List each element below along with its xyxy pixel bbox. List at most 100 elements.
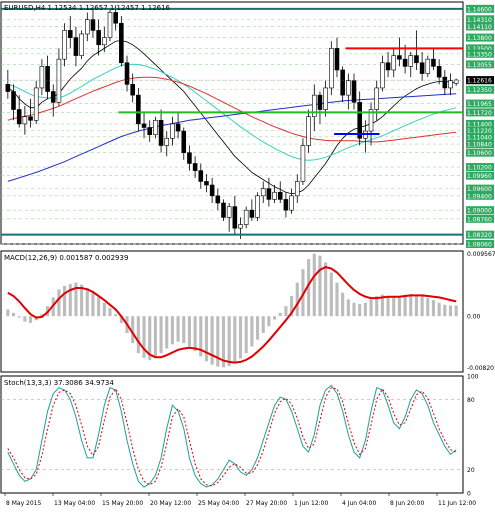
macd-header: MACD(12,26,9) 0.001587 0.002939 — [4, 254, 128, 262]
candle-body — [124, 62, 130, 85]
candle-body — [442, 76, 448, 89]
time-axis-label: 11 Jun 12:00 — [438, 500, 476, 507]
candle-body — [73, 37, 79, 56]
time-axis-label: 8 May 2015 — [6, 500, 41, 507]
candle-body — [255, 195, 260, 218]
candle-body — [175, 123, 181, 132]
candle-body — [385, 62, 391, 71]
candle-body — [141, 123, 147, 128]
stoch-axis-label: 20 — [467, 467, 475, 474]
candle-body — [187, 152, 192, 164]
chart-header: EURUSD,H4 1.12534 1.12657 1.12457 1.1261… — [4, 4, 171, 12]
candle-body — [277, 191, 283, 200]
current-price-label: 1.12616 — [467, 78, 492, 85]
candle-body — [85, 19, 90, 35]
price-axis-label: 1.11965 — [467, 101, 492, 108]
candle-body — [300, 145, 306, 182]
candle-body — [164, 137, 170, 146]
candle-body — [346, 80, 351, 96]
candle-body — [147, 127, 152, 135]
time-axis-label: 13 May 04:00 — [54, 500, 95, 507]
price-axis-label: 1.13350 — [467, 51, 492, 58]
time-axis-label: 1 Jun 12:00 — [294, 500, 328, 507]
macd-axis-label: -0.008201 — [467, 365, 495, 372]
candle-body — [294, 181, 300, 197]
candle-body — [22, 116, 28, 125]
candle-body — [102, 37, 107, 46]
candle-body — [238, 224, 243, 229]
candle-body — [272, 191, 277, 200]
candle-body — [215, 195, 221, 204]
price-axis-label: 1.09000 — [467, 208, 492, 215]
candle-body — [408, 55, 414, 67]
candle-body — [33, 87, 39, 121]
stoch-axis-label: 80 — [467, 397, 475, 404]
candle-body — [39, 66, 45, 89]
candle-body — [209, 184, 215, 197]
price-axis-label: 1.08060 — [467, 242, 492, 249]
candle-body — [67, 30, 73, 38]
candle-body — [351, 80, 357, 103]
time-axis-label: 8 Jun 20:00 — [390, 500, 424, 507]
price-axis-label: 1.13055 — [467, 62, 492, 69]
candle-body — [79, 33, 84, 56]
candle-body — [448, 80, 453, 89]
price-axis-label: 1.13800 — [467, 35, 492, 42]
candle-body — [232, 206, 238, 229]
candle-body — [192, 163, 198, 171]
stoch-header: Stoch(13,3,3) 37.3086 34.9734 — [4, 379, 114, 387]
candle-body — [181, 130, 187, 153]
trading-chart: EURUSD,H4 1.12534 1.12657 1.12457 1.1261… — [0, 1, 495, 507]
price-axis-label: 1.10840 — [467, 142, 492, 149]
candle-body — [170, 123, 175, 139]
candle-body — [96, 30, 101, 46]
candle-body — [431, 58, 436, 67]
candle-body — [357, 102, 362, 139]
price-axis-label: 1.08320 — [467, 232, 492, 239]
price-axis-label: 1.09960 — [467, 173, 492, 180]
candle-body — [397, 55, 402, 60]
candle-body — [136, 94, 141, 125]
candle-body — [323, 87, 328, 110]
candle-body — [153, 120, 158, 135]
candle-body — [436, 66, 442, 78]
candle-body — [391, 55, 397, 71]
candle-body — [62, 30, 67, 60]
candle-body — [402, 58, 408, 67]
candle-body — [419, 62, 425, 74]
candle-body — [266, 188, 272, 200]
candle-body — [226, 206, 232, 218]
price-axis-label: 1.09400 — [467, 193, 492, 200]
candle-body — [334, 48, 340, 71]
price-axis-label: 1.14600 — [467, 6, 492, 13]
candle-body — [107, 12, 113, 38]
time-axis-label: 25 May 04:00 — [198, 500, 239, 507]
candle-body — [260, 188, 266, 197]
candle-body — [113, 12, 118, 24]
macd-axis-label: 0.009567 — [467, 251, 495, 258]
chart-root: EURUSD,H4 1.12534 1.12657 1.12457 1.1261… — [0, 0, 495, 510]
stoch-axis-label: 0 — [467, 491, 471, 498]
candle-body — [158, 120, 164, 146]
time-axis-label: 27 May 20:00 — [246, 500, 287, 507]
candle-body — [11, 91, 16, 110]
candle-body — [28, 116, 33, 121]
stoch-axis-label: 100 — [467, 374, 479, 381]
candle-body — [425, 58, 431, 74]
candle-body — [329, 48, 334, 89]
candle-body — [221, 202, 226, 218]
candle-body — [312, 94, 317, 118]
candle-body — [317, 94, 323, 110]
time-axis-label: 20 May 12:00 — [150, 500, 191, 507]
candle-body — [130, 84, 135, 96]
time-axis-label: 15 May 20:00 — [102, 500, 143, 507]
candle-body — [340, 69, 345, 96]
candle-body — [56, 58, 62, 103]
macd-axis-label: 0.00 — [467, 314, 481, 321]
candle-body — [45, 66, 50, 92]
time-axis-label: 4 Jun 04:00 — [342, 500, 376, 507]
candle-body — [243, 209, 249, 225]
candle-body — [249, 209, 255, 218]
candle-body — [289, 195, 294, 211]
price-axis-label: 1.10600 — [467, 150, 492, 157]
